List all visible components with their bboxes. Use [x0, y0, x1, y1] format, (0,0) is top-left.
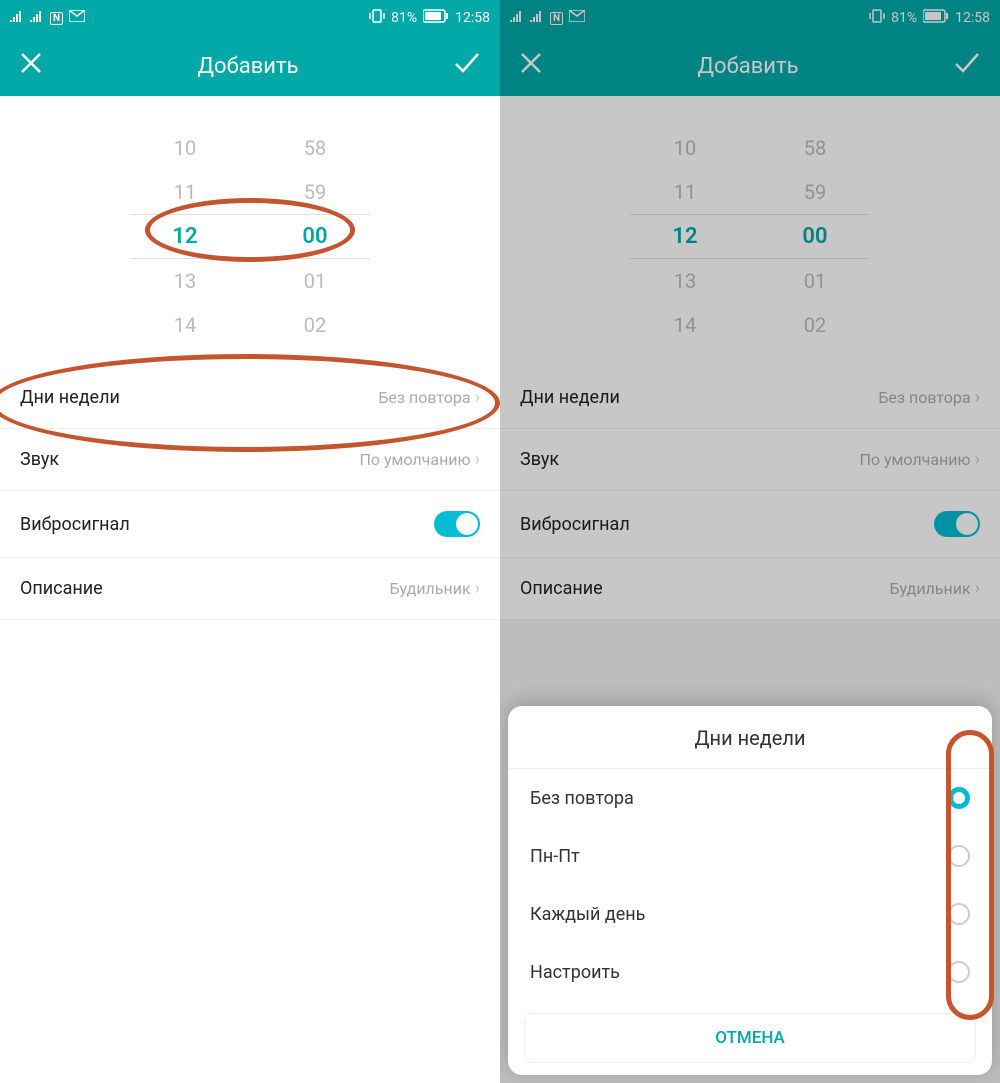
setting-sound: Звук По умолчанию› [500, 429, 1000, 491]
sheet-option-no-repeat[interactable]: Без повтора [508, 769, 992, 827]
picker-minute[interactable]: 02 [295, 313, 335, 337]
confirm-icon[interactable] [954, 51, 980, 81]
setting-description: Описание Будильник› [500, 558, 1000, 620]
radio-icon[interactable] [948, 903, 970, 925]
option-label: Настроить [530, 962, 620, 983]
sheet-option-custom[interactable]: Настроить [508, 943, 992, 1001]
setting-days[interactable]: Дни недели Без повтора › [0, 367, 500, 429]
status-time: 12:58 [455, 10, 490, 26]
setting-label: Дни недели [20, 387, 120, 408]
picker-minute[interactable]: 59 [295, 180, 335, 204]
settings-list: Дни недели Без повтора › Звук По умолчани… [0, 367, 500, 620]
setting-value: Будильник [389, 579, 470, 598]
confirm-icon[interactable] [454, 51, 480, 81]
mail-icon [569, 10, 585, 26]
vibrate-toggle[interactable] [434, 511, 480, 537]
page-title: Добавить [697, 54, 798, 79]
battery-icon [423, 9, 449, 27]
setting-sound[interactable]: Звук По умолчанию › [0, 429, 500, 491]
sheet-option-weekdays[interactable]: Пн-Пт [508, 827, 992, 885]
page-title: Добавить [197, 54, 298, 79]
setting-vibrate[interactable]: Вибросигнал [0, 491, 500, 558]
picker-hour[interactable]: 10 [165, 136, 205, 160]
picker-minute[interactable]: 01 [295, 269, 335, 293]
close-icon[interactable] [20, 51, 42, 81]
mail-icon [69, 10, 85, 26]
settings-list: Дни недели Без повтора› Звук По умолчани… [500, 367, 1000, 620]
status-bar: N 81% 12:58 [500, 0, 1000, 36]
option-label: Каждый день [530, 904, 645, 925]
sheet-option-everyday[interactable]: Каждый день [508, 885, 992, 943]
vibrate-toggle [934, 511, 980, 537]
time-picker[interactable]: 10 58 11 59 12 00 13 01 14 02 [0, 96, 500, 367]
setting-label: Описание [20, 578, 103, 599]
chevron-right-icon: › [475, 387, 480, 408]
status-time: 12:58 [955, 10, 990, 26]
battery-pct: 81% [391, 10, 417, 26]
picker-minute-selected[interactable]: 00 [295, 224, 335, 249]
setting-days: Дни недели Без повтора› [500, 367, 1000, 429]
signal-icon [510, 10, 524, 26]
setting-value: Без повтора [378, 388, 470, 407]
screen-left: N 81% 12:58 Добавить [0, 0, 500, 1083]
header: Добавить [500, 36, 1000, 96]
signal-icon-2 [530, 10, 544, 26]
header: Добавить [0, 36, 500, 96]
picker-hour-selected[interactable]: 12 [165, 224, 205, 249]
vibrate-icon [369, 9, 385, 27]
status-bar: N 81% 12:58 [0, 0, 500, 36]
nfc-icon: N [50, 12, 63, 25]
chevron-right-icon: › [475, 578, 480, 599]
chevron-right-icon: › [475, 449, 480, 470]
setting-vibrate: Вибросигнал [500, 491, 1000, 558]
battery-icon [923, 9, 949, 27]
radio-icon[interactable] [948, 961, 970, 983]
picker-hour[interactable]: 14 [165, 313, 205, 337]
setting-label: Звук [20, 449, 59, 470]
cancel-button[interactable]: ОТМЕНА [524, 1013, 976, 1063]
vibrate-icon [869, 9, 885, 27]
days-bottom-sheet: Дни недели Без повтора Пн-Пт Каждый день… [508, 706, 992, 1075]
setting-value: По умолчанию [359, 450, 470, 469]
time-picker: 1058 1159 1200 1301 1402 [500, 96, 1000, 367]
picker-minute[interactable]: 58 [295, 136, 335, 160]
signal-icon-2 [30, 10, 44, 26]
picker-hour[interactable]: 13 [165, 269, 205, 293]
radio-icon[interactable] [948, 845, 970, 867]
setting-description[interactable]: Описание Будильник › [0, 558, 500, 620]
sheet-title: Дни недели [508, 726, 992, 769]
option-label: Без повтора [530, 788, 634, 809]
radio-icon[interactable] [948, 787, 970, 809]
picker-hour[interactable]: 11 [165, 180, 205, 204]
option-label: Пн-Пт [530, 846, 580, 867]
screen-right: N 81% 12:58 Добавить 1058 1159 1200 1301… [500, 0, 1000, 1083]
setting-label: Вибросигнал [20, 514, 130, 535]
signal-icon [10, 10, 24, 26]
battery-pct: 81% [891, 10, 917, 26]
nfc-icon: N [550, 12, 563, 25]
close-icon[interactable] [520, 51, 542, 81]
